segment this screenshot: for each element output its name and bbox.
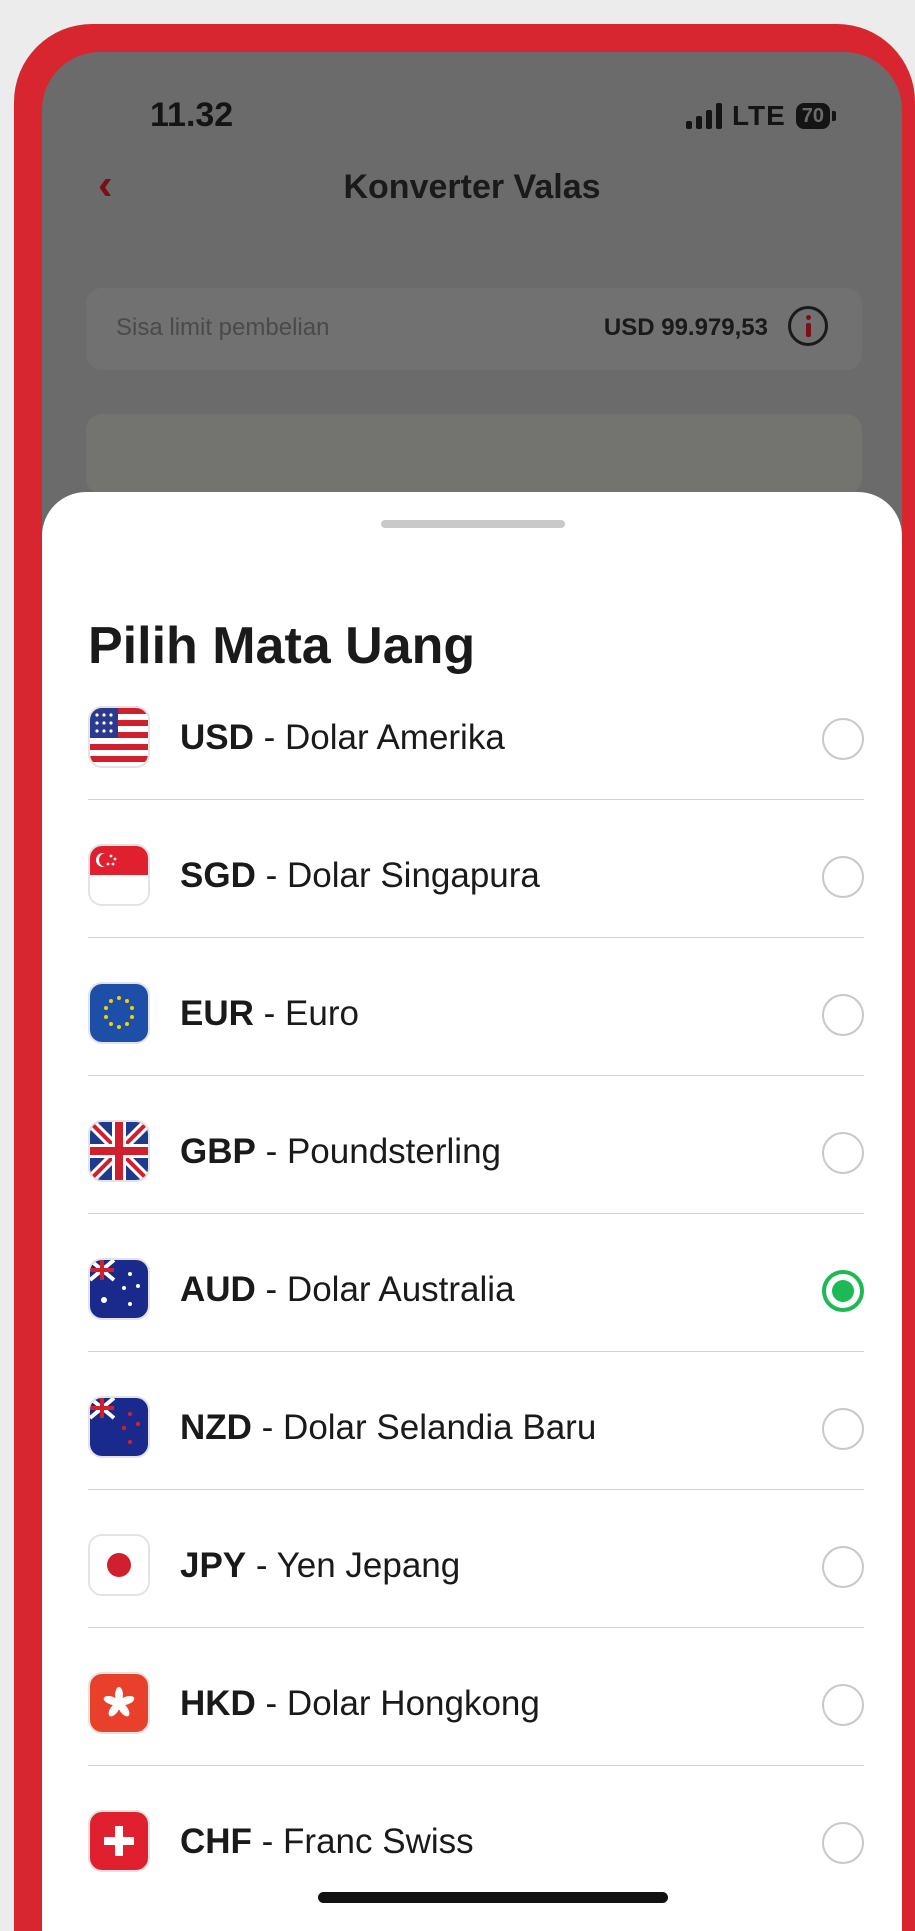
currency-item-sgd[interactable]: SGD - Dolar Singapura [88, 800, 864, 938]
currency-label: AUD - Dolar Australia [180, 1270, 515, 1309]
currency-item-hkd[interactable]: HKD - Dolar Hongkong [88, 1628, 864, 1766]
currency-list: USD - Dolar Amerika SGD - Dolar Singapur… [88, 662, 864, 1904]
currency-item-chf[interactable]: CHF - Franc Swiss [88, 1766, 864, 1904]
network-type: LTE [731, 100, 786, 131]
converter-card [86, 414, 862, 494]
radio-sgd[interactable] [822, 856, 864, 898]
currency-label: USD - Dolar Amerika [180, 718, 505, 757]
radio-usd[interactable] [822, 718, 864, 760]
currency-item-eur[interactable]: EUR - Euro [88, 938, 864, 1076]
nz-flag-icon [88, 1396, 150, 1458]
currency-label: EUR - Euro [180, 994, 359, 1033]
hk-flag-icon [88, 1672, 150, 1734]
phone-screen: 11.32 LTE 70 ‹ Konverter Valas Sisa limi… [42, 52, 902, 1931]
page-title: Konverter Valas [343, 168, 601, 206]
status-indicators: LTE 70 [685, 100, 836, 132]
purchase-limit-card: Sisa limit pembelian USD 99.979,53 [86, 288, 862, 370]
limit-value: USD 99.979,53 [603, 314, 768, 341]
au-flag-icon [88, 1258, 150, 1320]
jp-flag-icon [88, 1534, 150, 1596]
currency-bottom-sheet: Pilih Mata Uang USD - Dolar Amerika SGD … [42, 492, 902, 1931]
currency-label: GBP - Poundsterling [180, 1132, 501, 1171]
currency-label: HKD - Dolar Hongkong [180, 1684, 540, 1723]
radio-jpy[interactable] [822, 1546, 864, 1588]
radio-eur[interactable] [822, 994, 864, 1036]
status-time: 11.32 [150, 96, 234, 134]
uk-flag-icon [88, 1120, 150, 1182]
currency-label: NZD - Dolar Selandia Baru [180, 1408, 597, 1447]
currency-label: CHF - Franc Swiss [180, 1822, 474, 1861]
radio-chf[interactable] [822, 1822, 864, 1864]
currency-item-usd[interactable]: USD - Dolar Amerika [88, 662, 864, 800]
radio-aud-selected[interactable] [822, 1270, 864, 1312]
currency-item-aud[interactable]: AUD - Dolar Australia [88, 1214, 864, 1352]
currency-label: JPY - Yen Jepang [180, 1546, 461, 1585]
ch-flag-icon [88, 1810, 150, 1872]
limit-label: Sisa limit pembelian [116, 314, 330, 341]
radio-gbp[interactable] [822, 1132, 864, 1174]
signal-icon [685, 103, 722, 129]
drag-handle[interactable] [381, 520, 565, 528]
battery-icon: 70 [795, 103, 836, 129]
home-indicator[interactable] [318, 1892, 668, 1903]
sg-flag-icon [88, 844, 150, 906]
us-flag-icon [88, 706, 150, 768]
eu-flag-icon [88, 982, 150, 1044]
currency-item-jpy[interactable]: JPY - Yen Jepang [88, 1490, 864, 1628]
currency-label: SGD - Dolar Singapura [180, 856, 540, 895]
info-icon[interactable] [788, 306, 828, 346]
battery-level: 70 [795, 103, 830, 129]
radio-hkd[interactable] [822, 1684, 864, 1726]
currency-item-nzd[interactable]: NZD - Dolar Selandia Baru [88, 1352, 864, 1490]
currency-item-gbp[interactable]: GBP - Poundsterling [88, 1076, 864, 1214]
radio-nzd[interactable] [822, 1408, 864, 1450]
